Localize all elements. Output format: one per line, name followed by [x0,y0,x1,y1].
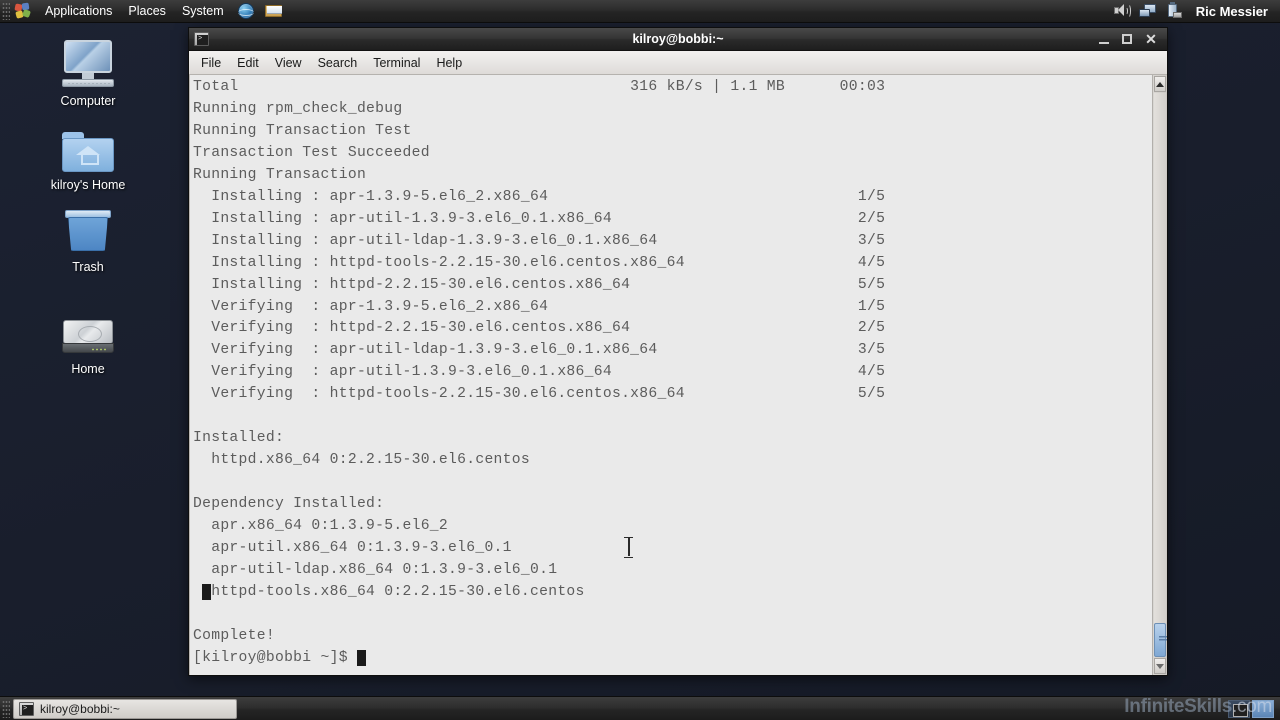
menu-file[interactable]: File [193,54,229,72]
window-title: kilroy@bobbi:~ [632,32,724,46]
menu-terminal[interactable]: Terminal [365,54,428,72]
battery-icon[interactable] [1164,2,1184,20]
terminal-scrollbar[interactable] [1152,75,1167,675]
terminal-menu-bar: File Edit View Search Terminal Help [189,51,1167,75]
user-name-label[interactable]: Ric Messier [1190,4,1272,19]
scroll-down-icon[interactable] [1154,658,1166,674]
taskbar-item-terminal[interactable]: kilroy@bobbi:~ [13,698,237,719]
bottom-panel-right [1228,699,1280,718]
web-browser-icon[interactable] [235,1,259,21]
minimize-button[interactable] [1099,35,1111,44]
terminal-icon [194,32,209,46]
terminal-body[interactable]: Total 316 kB/s | 1.1 MB 00:03 Running rp… [189,75,1167,675]
applications-logo-icon [14,2,34,20]
panel-tray: Ric Messier [1112,2,1280,20]
desktop-icon-home-folder[interactable]: kilroy's Home [36,122,140,192]
computer-icon [36,38,140,90]
panel-grip-bottom[interactable] [2,699,10,718]
workspace-switcher[interactable] [1228,699,1274,718]
panel-menu-places[interactable]: Places [120,2,174,20]
window-controls: ✕ [1099,32,1167,46]
scrollbar-thumb[interactable] [1154,623,1167,657]
menu-search[interactable]: Search [310,54,366,72]
scrollbar-track[interactable] [1154,93,1167,657]
workspace-1[interactable] [1228,699,1250,718]
home-folder-icon [36,122,140,174]
terminal-window[interactable]: kilroy@bobbi:~ ✕ File Edit View Search T… [188,27,1168,676]
close-button[interactable]: ✕ [1145,32,1157,46]
menu-help[interactable]: Help [428,54,470,72]
network-icon[interactable] [1138,2,1158,20]
desktop-icon-trash[interactable]: Trash [36,204,140,274]
top-panel: Applications Places System Ric Messier [0,0,1280,23]
desktop-icon-computer[interactable]: Computer [36,38,140,108]
desktop-icon-home-drive[interactable]: Home [36,306,140,376]
panel-menu-system[interactable]: System [174,2,232,20]
trash-icon [36,204,140,256]
workspace-2[interactable] [1252,699,1274,718]
desktop-icon-label: Computer [60,94,116,108]
desktop-icon-label: Trash [72,260,104,274]
volume-icon[interactable] [1112,2,1132,20]
menu-edit[interactable]: Edit [229,54,267,72]
menu-view[interactable]: View [267,54,310,72]
hard-drive-icon [36,306,140,358]
terminal-title-bar[interactable]: kilroy@bobbi:~ ✕ [189,28,1167,51]
panel-menu-applications[interactable]: Applications [37,2,120,20]
terminal-icon [19,701,34,716]
desktop-icon-label: Home [71,362,105,376]
panel-grip[interactable] [2,2,10,20]
desktop-icon-label: kilroy's Home [50,178,126,192]
email-client-icon[interactable] [262,1,286,21]
terminal-output[interactable]: Total 316 kB/s | 1.1 MB 00:03 Running rp… [190,75,1152,675]
taskbar-item-label: kilroy@bobbi:~ [40,701,120,716]
bottom-panel: kilroy@bobbi:~ [0,696,1280,720]
maximize-button[interactable] [1122,34,1134,44]
scroll-up-icon[interactable] [1154,76,1166,92]
